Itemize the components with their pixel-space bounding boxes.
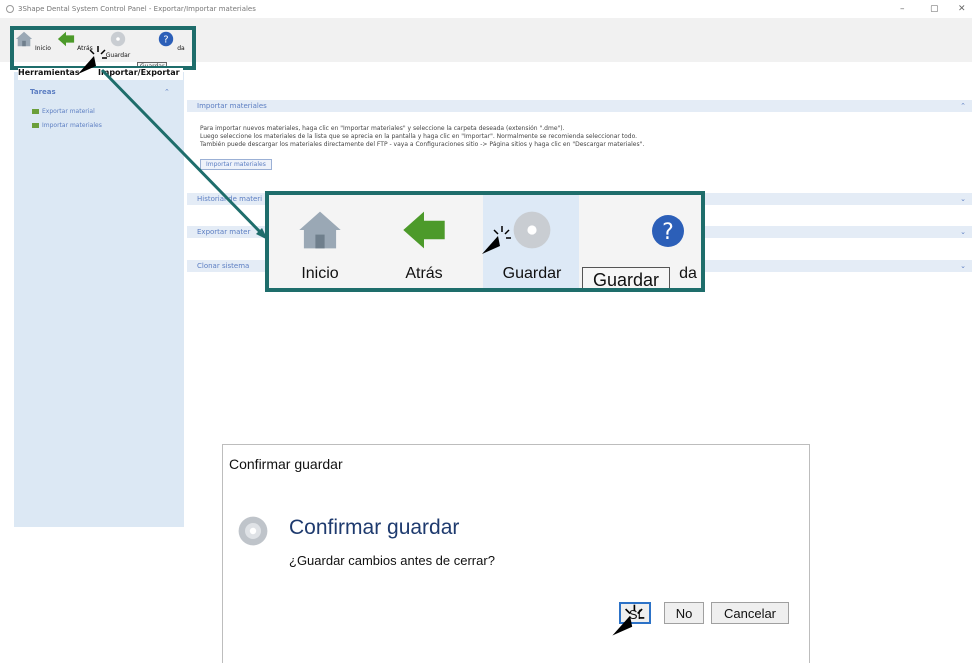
zoom-help-item[interactable]: ? da — [623, 203, 701, 282]
click-cursor-icon — [612, 604, 645, 636]
confirm-save-dialog: Confirmar guardar Confirmar guardar ¿Gua… — [222, 444, 810, 663]
zoom-home-item[interactable]: Inicio — [275, 203, 365, 282]
help-icon: ? — [652, 215, 684, 247]
zoom-tooltip: Guardar — [582, 267, 670, 288]
dialog-question: ¿Guardar cambios antes de cerrar? — [289, 553, 495, 568]
back-arrow-icon — [403, 211, 445, 249]
no-button[interactable]: No — [664, 602, 704, 624]
click-cursor-icon — [78, 46, 107, 74]
zoom-back-item[interactable]: Atrás — [379, 203, 469, 282]
dialog-title: Confirmar guardar — [229, 456, 343, 472]
svg-text:?: ? — [662, 220, 674, 245]
home-icon — [299, 211, 341, 249]
click-cursor-icon — [482, 226, 511, 254]
dialog-heading: Confirmar guardar — [289, 516, 460, 539]
save-disc-icon — [238, 516, 268, 546]
cancel-button[interactable]: Cancelar — [711, 602, 789, 624]
